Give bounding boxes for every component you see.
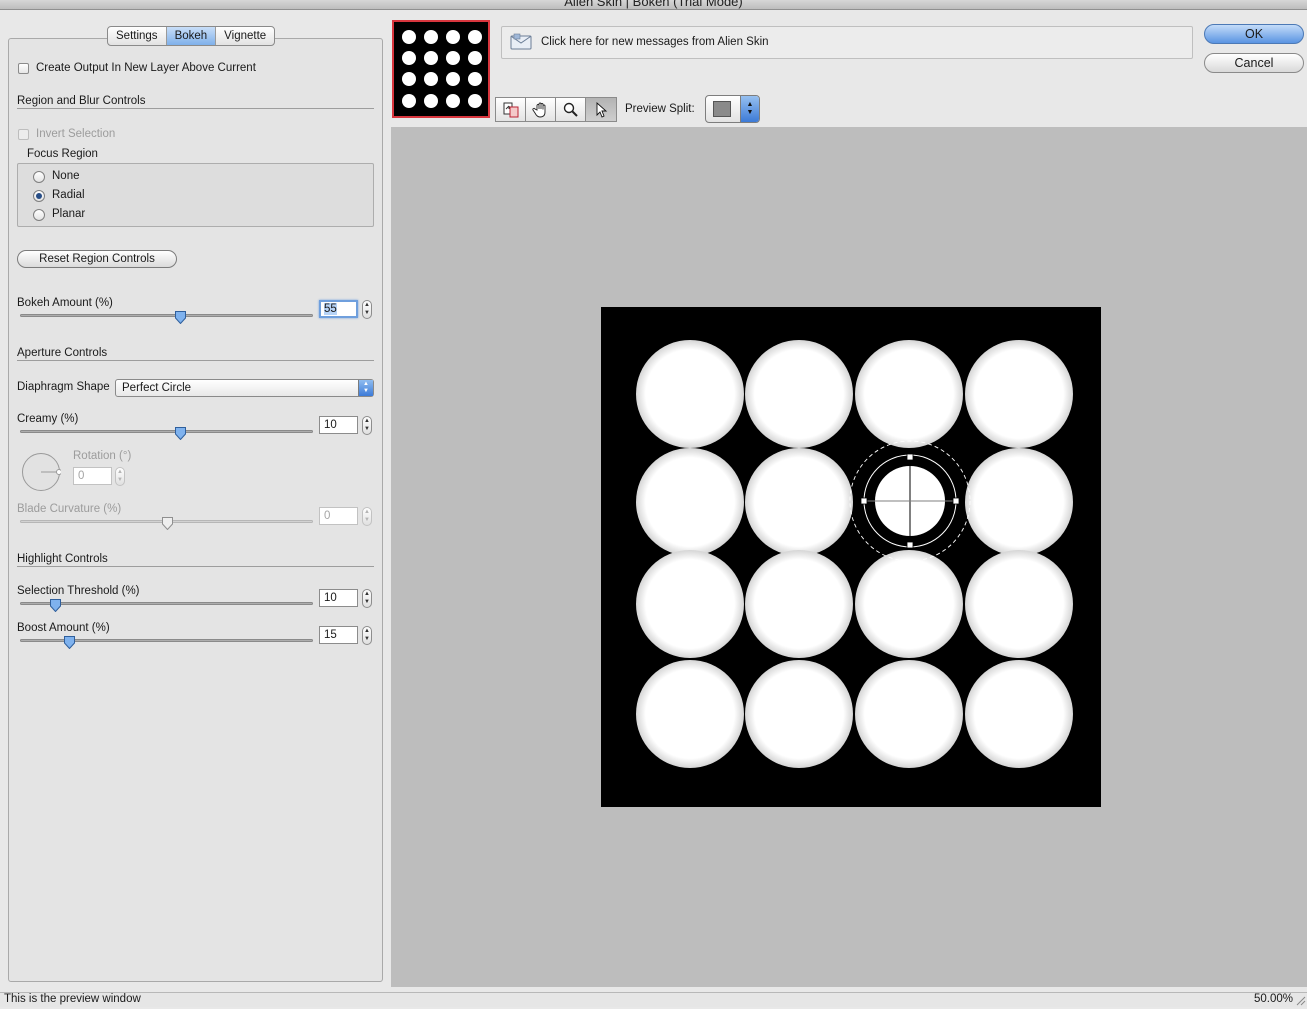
boost-amount-input[interactable]: 15 <box>319 626 358 644</box>
focus-none-label: None <box>52 170 80 182</box>
title-bar: Alien Skin | Bokeh (Trial Mode) <box>0 0 1307 10</box>
focus-radial-radio[interactable] <box>33 190 45 202</box>
creamy-stepper[interactable]: ▲ ▼ <box>362 416 372 435</box>
focus-region-title: Focus Region <box>27 148 98 160</box>
bokeh-amount-slider[interactable] <box>20 314 313 317</box>
bokeh-highlight <box>855 340 963 448</box>
compare-icon <box>503 102 519 118</box>
create-new-layer-label: Create Output In New Layer Above Current <box>36 62 256 74</box>
diaphragm-shape-select[interactable]: Perfect Circle ▲ ▼ <box>115 379 374 397</box>
create-new-layer-checkbox[interactable] <box>18 63 29 74</box>
navigator-thumbnail[interactable] <box>392 20 490 118</box>
bokeh-amount-stepper[interactable]: ▲ ▼ <box>362 300 372 319</box>
creamy-input[interactable]: 10 <box>319 416 358 434</box>
diaphragm-shape-value: Perfect Circle <box>122 382 192 394</box>
bokeh-highlight <box>965 448 1073 556</box>
zoom-tool-button[interactable] <box>556 98 586 121</box>
messages-bar[interactable]: Click here for new messages from Alien S… <box>501 26 1193 59</box>
select-arrows-icon: ▲ ▼ <box>358 380 373 396</box>
bokeh-highlight <box>745 660 853 768</box>
selection-threshold-label: Selection Threshold (%) <box>17 585 140 597</box>
bokeh-highlight <box>636 660 744 768</box>
bokeh-amount-label: Bokeh Amount (%) <box>17 297 113 309</box>
aperture-section-title: Aperture Controls <box>17 347 108 359</box>
selection-threshold-input[interactable]: 10 <box>319 589 358 607</box>
focus-planar-label: Planar <box>52 208 86 220</box>
preview-toolbar <box>495 97 617 122</box>
zoom-level: 50.00% <box>1253 993 1293 1005</box>
boost-amount-label: Boost Amount (%) <box>17 622 110 634</box>
tab-bar: Settings Bokeh Vignette <box>107 26 276 46</box>
bokeh-highlight <box>965 340 1073 448</box>
thumbnail-dots-image <box>402 30 482 108</box>
invert-selection-label: Invert Selection <box>36 128 116 140</box>
region-section-title: Region and Blur Controls <box>17 95 146 107</box>
selection-threshold-stepper[interactable]: ▲ ▼ <box>362 589 372 608</box>
blade-curvature-input[interactable]: 0 <box>319 507 358 525</box>
cancel-button[interactable]: Cancel <box>1204 53 1304 73</box>
status-text: This is the preview window <box>4 993 141 1005</box>
reset-region-button[interactable]: Reset Region Controls <box>17 250 177 268</box>
preview-split-label: Preview Split: <box>625 103 695 115</box>
bokeh-highlight <box>636 550 744 658</box>
compare-tool-button[interactable] <box>496 98 526 121</box>
tab-settings[interactable]: Settings <box>108 27 167 45</box>
messages-text: Click here for new messages from Alien S… <box>541 36 769 48</box>
hand-tool-button[interactable] <box>526 98 556 121</box>
split-mode-icon <box>713 101 731 117</box>
region-divider <box>17 108 374 109</box>
creamy-slider[interactable] <box>20 430 313 433</box>
select-arrows-icon: ▲ ▼ <box>740 96 759 122</box>
bokeh-amount-thumb[interactable] <box>175 311 186 324</box>
preview-image[interactable] <box>601 307 1101 807</box>
diaphragm-shape-label: Diaphragm Shape <box>17 381 110 393</box>
rotation-stepper[interactable]: ▲ ▼ <box>115 467 125 486</box>
status-bar: This is the preview window 50.00% <box>0 992 1307 1007</box>
blade-curvature-stepper[interactable]: ▲ ▼ <box>362 507 372 526</box>
bokeh-highlight <box>745 550 853 658</box>
rotation-label: Rotation (°) <box>73 450 132 462</box>
bokeh-highlight <box>855 660 963 768</box>
rotation-dial[interactable] <box>21 452 62 492</box>
selection-threshold-slider[interactable] <box>20 602 313 605</box>
preview-split-select[interactable]: ▲ ▼ <box>705 95 760 123</box>
envelope-icon <box>510 33 532 54</box>
bokeh-highlight <box>965 660 1073 768</box>
bokeh-amount-input[interactable]: 55 <box>319 300 358 318</box>
radial-focus-control[interactable] <box>840 435 980 575</box>
bokeh-highlight <box>636 448 744 556</box>
highlight-section-title: Highlight Controls <box>17 553 108 565</box>
boost-amount-stepper[interactable]: ▲ ▼ <box>362 626 372 645</box>
focus-radial-label: Radial <box>52 189 85 201</box>
bokeh-highlight <box>965 550 1073 658</box>
blade-curvature-thumb[interactable] <box>162 517 173 530</box>
bokeh-highlight <box>636 340 744 448</box>
arrow-pointer-icon <box>596 101 608 118</box>
selection-threshold-thumb[interactable] <box>50 599 61 612</box>
hand-icon <box>532 102 546 118</box>
pointer-tool-button[interactable] <box>586 98 616 121</box>
magnifier-icon <box>563 102 578 117</box>
blade-curvature-label: Blade Curvature (%) <box>17 503 122 515</box>
creamy-label: Creamy (%) <box>17 413 79 425</box>
resize-grip-icon[interactable] <box>1296 996 1306 1009</box>
focus-planar-radio[interactable] <box>33 209 45 221</box>
tab-bokeh[interactable]: Bokeh <box>166 27 217 45</box>
highlight-divider <box>17 566 374 567</box>
focus-none-radio[interactable] <box>33 171 45 183</box>
ok-button[interactable]: OK <box>1204 24 1304 44</box>
bokeh-highlight <box>745 448 853 556</box>
tab-vignette[interactable]: Vignette <box>216 27 274 45</box>
invert-selection-checkbox[interactable] <box>18 129 29 140</box>
aperture-divider <box>17 360 374 361</box>
window-title: Alien Skin | Bokeh (Trial Mode) <box>564 0 743 9</box>
bokeh-highlight <box>745 340 853 448</box>
boost-amount-thumb[interactable] <box>64 636 75 649</box>
creamy-thumb[interactable] <box>175 427 186 440</box>
rotation-input[interactable]: 0 <box>73 467 112 485</box>
